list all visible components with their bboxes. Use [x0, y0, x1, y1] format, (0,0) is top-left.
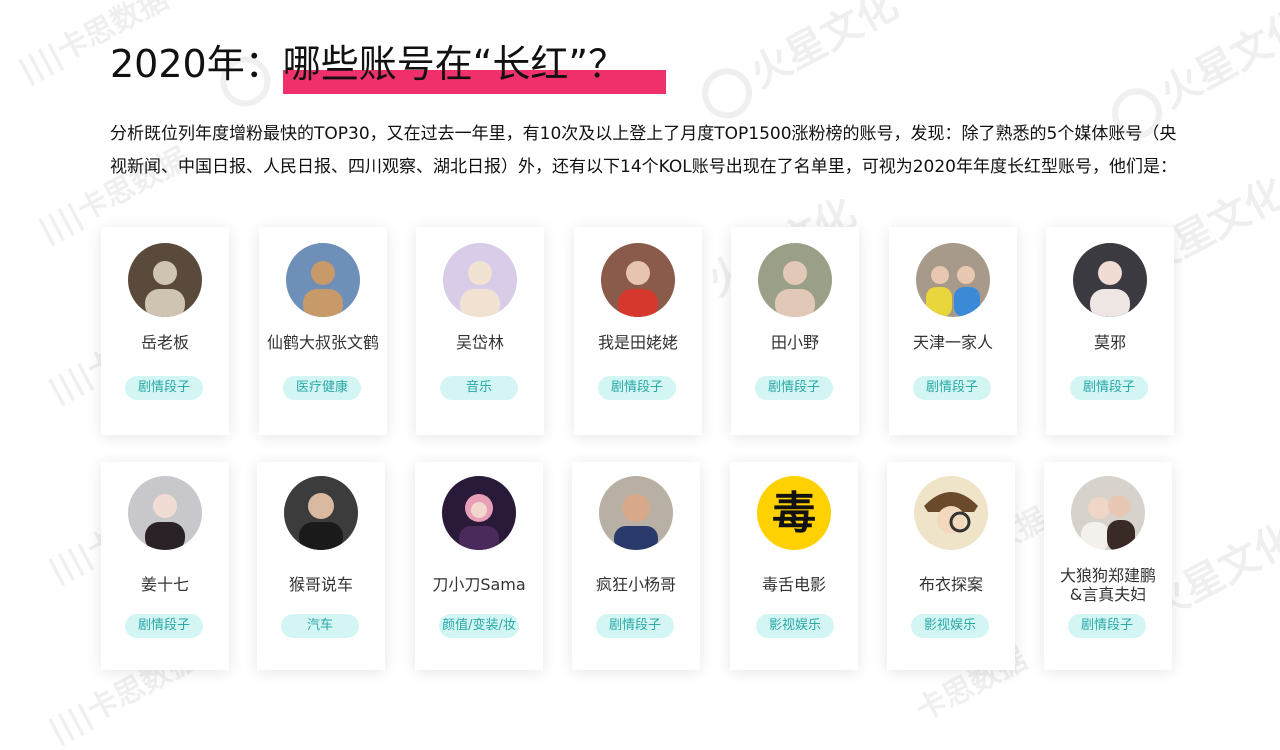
kol-card[interactable]: 田小野 剧情段子	[731, 227, 859, 435]
kol-card[interactable]: 大狼狗郑建鹏&言真夫妇 剧情段子	[1044, 462, 1172, 670]
kol-card[interactable]: 岳老板 剧情段子	[101, 227, 229, 435]
intro-paragraph: 分析既位列年度增粉最快的TOP30，又在过去一年里，有10次及以上登上了月度TO…	[110, 124, 1177, 177]
category-tag: 影视娱乐	[911, 614, 989, 638]
kol-name: 莫邪	[1093, 333, 1126, 352]
avatar	[443, 243, 517, 317]
avatar	[1071, 476, 1145, 550]
kol-card[interactable]: 毒 毒舌电影 影视娱乐	[730, 462, 858, 670]
kol-card[interactable]: 猴哥说车 汽车	[257, 462, 385, 670]
category-tag: 剧情段子	[125, 376, 203, 400]
category-tag: 剧情段子	[125, 614, 203, 638]
category-tag: 剧情段子	[1068, 614, 1146, 638]
category-tag: 剧情段子	[755, 376, 833, 400]
avatar-glyph: 毒	[772, 488, 816, 539]
kol-name: 疯狂小杨哥	[595, 575, 676, 594]
title-prefix: 2020年：	[110, 42, 283, 86]
kol-card[interactable]: 布衣探案 影视娱乐	[887, 462, 1015, 670]
kol-name: 布衣探案	[918, 575, 983, 594]
kol-name: 大狼狗郑建鹏&言真夫妇	[1059, 566, 1156, 604]
avatar: 毒	[757, 476, 831, 550]
avatar	[601, 243, 675, 317]
avatar	[284, 476, 358, 550]
avatar	[128, 476, 202, 550]
category-tag: 剧情段子	[1070, 376, 1148, 400]
kol-name: 岳老板	[140, 333, 189, 352]
kol-name: 吴岱林	[455, 333, 504, 352]
category-tag: 影视娱乐	[756, 614, 834, 638]
avatar	[128, 243, 202, 317]
category-tag: 剧情段子	[913, 376, 991, 400]
kol-card[interactable]: 仙鹤大叔张文鹤 医疗健康	[259, 227, 387, 435]
category-tag: 剧情段子	[598, 376, 676, 400]
title-highlight-text: 哪些账号在“长红”？	[282, 42, 627, 86]
kol-card[interactable]: 刀小刀Sama 颜值/变装/妆	[415, 462, 543, 670]
kol-card[interactable]: 莫邪 剧情段子	[1046, 227, 1174, 435]
watermark-text: 火星文化	[1152, 1, 1280, 118]
title-highlight: 哪些账号在“长红”？	[282, 38, 667, 94]
category-tag: 剧情段子	[596, 614, 674, 638]
avatar	[442, 476, 516, 550]
kol-name: 毒舌电影	[761, 575, 826, 594]
category-tag: 颜值/变装/妆	[439, 614, 519, 638]
avatar	[286, 243, 360, 317]
kol-card[interactable]: 天津一家人 剧情段子	[889, 227, 1017, 435]
watermark-huoxing: 火星文化	[689, 0, 908, 128]
kol-name: 刀小刀Sama	[432, 575, 526, 594]
kol-name: 我是田姥姥	[597, 333, 678, 352]
category-tag: 音乐	[440, 376, 518, 400]
kol-card[interactable]: 疯狂小杨哥 剧情段子	[572, 462, 700, 670]
watermark-text: 火星文化	[742, 0, 906, 98]
avatar	[599, 476, 673, 550]
kol-card[interactable]: 我是田姥姥 剧情段子	[574, 227, 702, 435]
kol-card[interactable]: 姜十七 剧情段子	[101, 462, 229, 670]
kol-name: 天津一家人	[912, 333, 993, 352]
category-tag: 汽车	[281, 614, 359, 638]
kol-name: 仙鹤大叔张文鹤	[266, 333, 379, 352]
avatar	[916, 243, 990, 317]
avatar	[1073, 243, 1147, 317]
avatar	[758, 243, 832, 317]
page-title: 2020年： 哪些账号在“长红”？	[110, 38, 667, 98]
kol-card[interactable]: 吴岱林 音乐	[416, 227, 544, 435]
kol-name: 田小野	[770, 333, 819, 352]
kol-name: 猴哥说车	[288, 575, 353, 594]
category-tag: 医疗健康	[283, 376, 361, 400]
avatar	[914, 476, 988, 550]
kol-name: 姜十七	[140, 575, 189, 594]
